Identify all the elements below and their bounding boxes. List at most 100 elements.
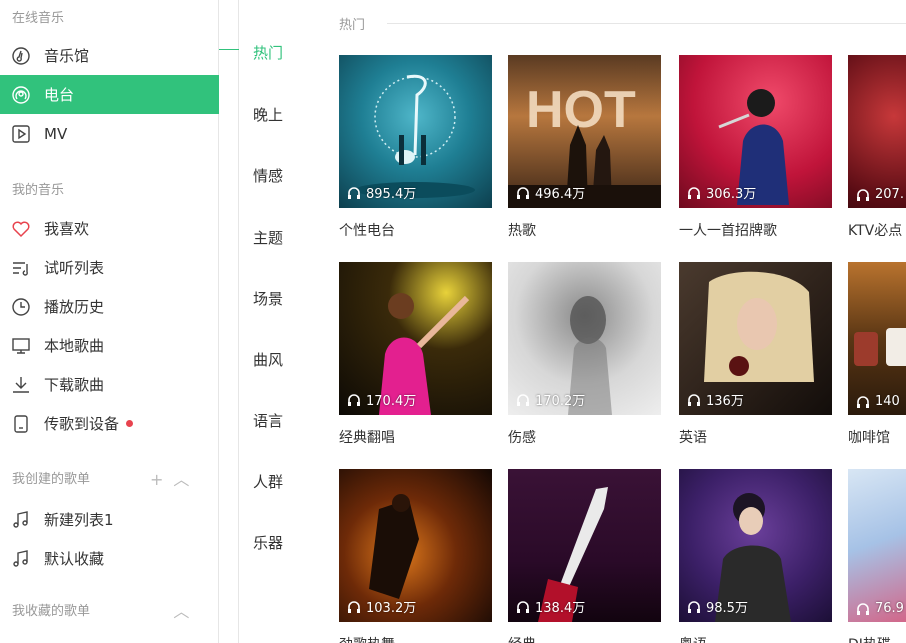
radio-cover[interactable]: 170.2万 bbox=[508, 262, 661, 415]
headphones-icon bbox=[348, 393, 360, 406]
radio-cover[interactable]: 306.3万 bbox=[679, 55, 832, 208]
headphones-icon bbox=[517, 600, 529, 613]
category-scene[interactable]: 场景 bbox=[253, 288, 283, 309]
sidebar-item-music-hall[interactable]: 音乐馆 bbox=[0, 36, 219, 75]
music-note-icon bbox=[11, 549, 31, 569]
sidebar-item-label: 本地歌曲 bbox=[44, 337, 105, 355]
radio-title[interactable]: 英语 bbox=[679, 427, 832, 447]
radio-card[interactable]: 207. KTV必点 bbox=[848, 55, 906, 240]
category-rail bbox=[238, 0, 239, 643]
radio-card[interactable]: 170.4万 经典翻唱 bbox=[339, 262, 492, 447]
radio-title[interactable]: 咖啡馆 bbox=[848, 427, 906, 447]
sidebar-item-label: 音乐馆 bbox=[44, 47, 90, 65]
category-theme[interactable]: 主题 bbox=[253, 227, 283, 248]
playlist-icon bbox=[11, 258, 31, 278]
radio-cover[interactable]: 98.5万 bbox=[679, 469, 832, 622]
download-icon bbox=[11, 375, 31, 395]
sidebar-item-default-collection[interactable]: 默认收藏 bbox=[0, 539, 219, 578]
online-music-heading: 在线音乐 bbox=[12, 11, 65, 26]
radio-cover[interactable]: HOT 496.4万 bbox=[508, 55, 661, 208]
sidebar: 在线音乐 音乐馆 电台 MV 我的音乐 我喜欢 试听列表 播放历史 本地歌曲 下… bbox=[0, 0, 219, 643]
radio-card[interactable]: 98.5万 粤语 bbox=[679, 469, 832, 643]
category-hot[interactable]: 热门 bbox=[253, 42, 283, 63]
radio-title[interactable]: KTV必点 bbox=[848, 220, 906, 240]
play-count: 895.4万 bbox=[347, 183, 416, 202]
radio-title[interactable]: 经典 bbox=[508, 634, 661, 643]
radio-title[interactable]: 粤语 bbox=[679, 634, 832, 643]
radio-cover[interactable]: 103.2万 bbox=[339, 469, 492, 622]
sidebar-item-local-songs[interactable]: 本地歌曲 bbox=[0, 326, 219, 365]
sidebar-item-history[interactable]: 播放历史 bbox=[0, 287, 219, 326]
radio-grid: 热门 895.4万 个性电台 HOT 496.4万 热歌 306.3万 一人一首… bbox=[325, 0, 906, 643]
play-count: 496.4万 bbox=[516, 183, 585, 202]
clock-icon bbox=[11, 297, 31, 317]
radio-cover[interactable]: 170.4万 bbox=[339, 262, 492, 415]
radio-card[interactable]: 103.2万 劲歌热舞 bbox=[339, 469, 492, 643]
sidebar-item-label: MV bbox=[44, 124, 68, 143]
headphones-icon bbox=[688, 186, 700, 199]
headphones-icon bbox=[517, 186, 529, 199]
collected-playlists-label: 我收藏的歌单 bbox=[12, 604, 91, 619]
radio-card[interactable]: 895.4万 个性电台 bbox=[339, 55, 492, 240]
chevron-up-icon[interactable]: ︿ bbox=[173, 466, 189, 490]
sidebar-item-transfer-device[interactable]: 传歌到设备 bbox=[0, 404, 219, 443]
sidebar-item-radio[interactable]: 电台 bbox=[0, 75, 219, 114]
play-count: 98.5万 bbox=[687, 597, 748, 616]
sidebar-item-downloads[interactable]: 下载歌曲 bbox=[0, 365, 219, 404]
sidebar-item-favorites[interactable]: 我喜欢 bbox=[0, 209, 219, 248]
category-emotion[interactable]: 情感 bbox=[253, 165, 283, 186]
created-playlists-heading: 我创建的歌单 + ︿ bbox=[12, 468, 189, 489]
radio-cover[interactable]: 136万 bbox=[679, 262, 832, 415]
section-divider bbox=[387, 23, 906, 24]
headphones-icon bbox=[348, 186, 360, 199]
radio-title[interactable]: 一人一首招牌歌 bbox=[679, 220, 832, 240]
radio-title[interactable]: DJ热碟 bbox=[848, 634, 906, 643]
radio-icon bbox=[11, 85, 31, 105]
radio-card[interactable]: 306.3万 一人一首招牌歌 bbox=[679, 55, 832, 240]
radio-card[interactable]: 170.2万 伤感 bbox=[508, 262, 661, 447]
radio-title[interactable]: 经典翻唱 bbox=[339, 427, 492, 447]
headphones-icon bbox=[857, 602, 869, 615]
radio-card[interactable]: 140 咖啡馆 bbox=[848, 262, 906, 447]
radio-cover[interactable]: 76.9 bbox=[848, 469, 906, 622]
radio-card[interactable]: 136万 英语 bbox=[679, 262, 832, 447]
sidebar-item-trial-list[interactable]: 试听列表 bbox=[0, 248, 219, 287]
play-count: 76.9 bbox=[856, 601, 904, 616]
category-instrument[interactable]: 乐器 bbox=[253, 532, 283, 553]
play-count: 306.3万 bbox=[687, 183, 756, 202]
category-language[interactable]: 语言 bbox=[253, 410, 283, 431]
radio-cover[interactable]: 138.4万 bbox=[508, 469, 661, 622]
sidebar-item-new-list[interactable]: 新建列表1 bbox=[0, 500, 219, 539]
add-icon[interactable]: + bbox=[150, 470, 163, 489]
heart-icon bbox=[11, 219, 31, 239]
category-nav: 热门 晚上 情感 主题 场景 曲风 语言 人群 乐器 bbox=[219, 0, 325, 643]
sidebar-item-label: 默认收藏 bbox=[44, 550, 105, 568]
radio-card[interactable]: 138.4万 经典 bbox=[508, 469, 661, 643]
monitor-icon bbox=[11, 336, 31, 356]
category-crowd[interactable]: 人群 bbox=[253, 471, 283, 492]
category-night[interactable]: 晚上 bbox=[253, 104, 283, 125]
sidebar-item-label: 我喜欢 bbox=[44, 220, 90, 238]
play-count: 170.2万 bbox=[516, 390, 585, 409]
sidebar-item-mv[interactable]: MV bbox=[0, 114, 219, 153]
device-icon bbox=[11, 414, 31, 434]
play-count: 138.4万 bbox=[516, 597, 585, 616]
chevron-up-icon[interactable]: ︿ bbox=[173, 598, 189, 622]
sidebar-item-label: 下载歌曲 bbox=[44, 376, 105, 394]
sidebar-item-label: 播放历史 bbox=[44, 298, 105, 316]
radio-card[interactable]: HOT 496.4万 热歌 bbox=[508, 55, 661, 240]
radio-cover[interactable]: 207. bbox=[848, 55, 906, 208]
radio-title[interactable]: 劲歌热舞 bbox=[339, 634, 492, 643]
radio-title[interactable]: 个性电台 bbox=[339, 220, 492, 240]
radio-title[interactable]: 热歌 bbox=[508, 220, 661, 240]
radio-card[interactable]: 76.9 DJ热碟 bbox=[848, 469, 906, 643]
sidebar-item-label: 电台 bbox=[44, 86, 75, 104]
category-genre[interactable]: 曲风 bbox=[253, 349, 283, 370]
radio-cover[interactable]: 140 bbox=[848, 262, 906, 415]
play-count: 207. bbox=[856, 187, 904, 202]
headphones-icon bbox=[348, 600, 360, 613]
mv-icon bbox=[11, 124, 31, 144]
radio-title[interactable]: 伤感 bbox=[508, 427, 661, 447]
collected-playlists-heading: 我收藏的歌单 +︿ bbox=[12, 600, 189, 621]
radio-cover[interactable]: 895.4万 bbox=[339, 55, 492, 208]
